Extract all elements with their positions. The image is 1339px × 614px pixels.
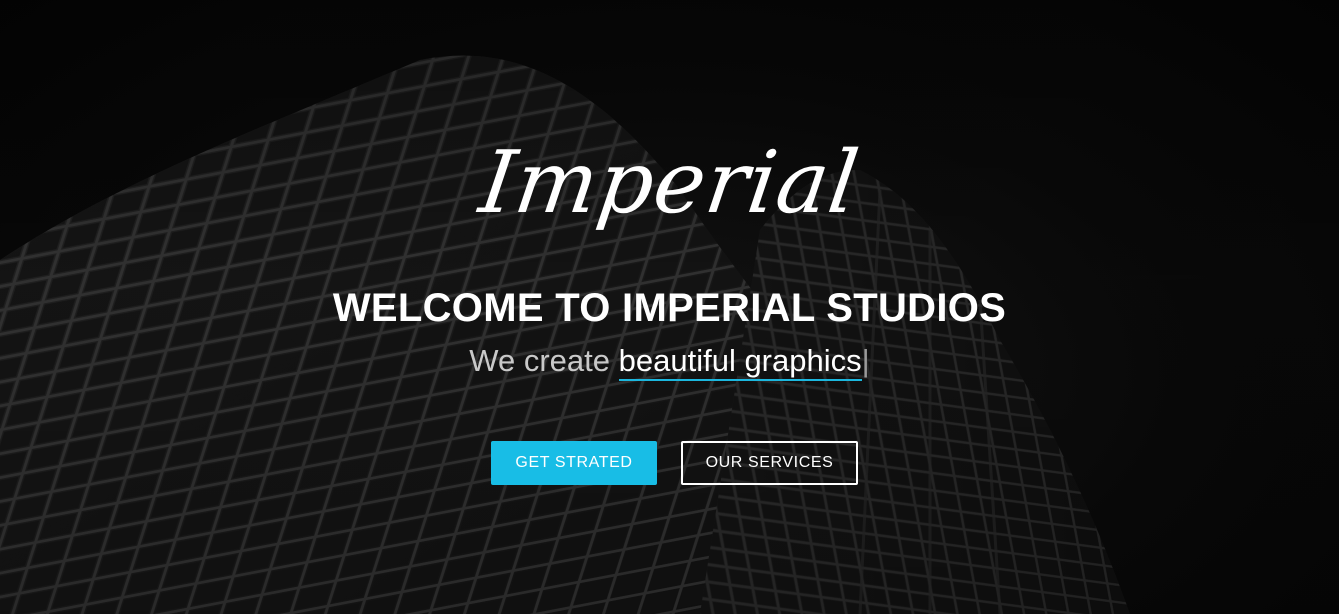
tagline-typed-text: beautiful graphics	[618, 343, 862, 381]
hero-content: Imperial WELCOME TO IMPERIAL STUDIOS We …	[0, 0, 1339, 614]
tagline-prefix: We create	[469, 343, 619, 378]
our-services-button[interactable]: OUR SERVICES	[681, 441, 858, 485]
brand-logo: Imperial	[474, 133, 865, 233]
hero-section: Imperial WELCOME TO IMPERIAL STUDIOS We …	[0, 0, 1339, 614]
get-started-button[interactable]: GET STRATED	[491, 441, 657, 485]
tagline: We create beautiful graphics|	[0, 341, 1339, 381]
page-title: WELCOME TO IMPERIAL STUDIOS	[332, 286, 1007, 330]
typing-cursor: |	[861, 343, 870, 378]
